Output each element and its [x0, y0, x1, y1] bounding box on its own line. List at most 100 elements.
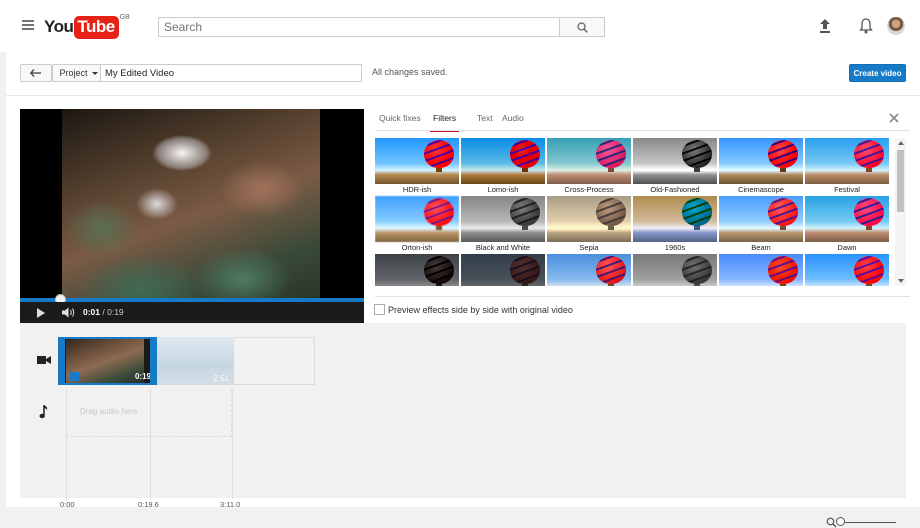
clip-trim-handle-left[interactable]: [58, 337, 65, 385]
music-note-icon: [39, 405, 48, 419]
video-frame[interactable]: [62, 109, 320, 299]
filter-thumbnail[interactable]: [805, 254, 889, 286]
editor-panel: Project All changes saved. Create video …: [6, 52, 920, 528]
filter-thumbnail[interactable]: [547, 196, 631, 242]
filter-thumbnail[interactable]: [805, 138, 889, 184]
hamburger-menu-icon[interactable]: [22, 20, 34, 30]
divider: [375, 130, 910, 131]
filter-option-hdr-ish[interactable]: HDR-ish: [375, 138, 459, 195]
upload-icon[interactable]: [818, 18, 832, 34]
filter-option-row-3-col-2[interactable]: [461, 254, 545, 286]
tab-text[interactable]: Text: [477, 112, 493, 132]
audio-drop-placeholder: Drag audio here: [80, 407, 138, 416]
logo-tube-text: Tube: [74, 15, 119, 39]
filter-thumbnail[interactable]: [375, 254, 459, 286]
filter-option-festival[interactable]: Festival: [805, 138, 889, 195]
filter-label: Dawn: [837, 243, 857, 252]
video-player[interactable]: 0:01 / 0:19: [20, 109, 364, 323]
ghost-clip-duration: 2:51: [213, 374, 229, 383]
tab-quick-fixes[interactable]: Quick fixes: [379, 112, 421, 132]
filter-label: Orton-ish: [401, 243, 433, 252]
create-video-button[interactable]: Create video: [849, 64, 906, 82]
search-icon: [576, 21, 588, 33]
filter-thumbnail[interactable]: [461, 138, 545, 184]
filter-thumbnail[interactable]: [719, 196, 803, 242]
filter-thumbnail[interactable]: [805, 196, 889, 242]
avatar[interactable]: [887, 17, 905, 35]
arrow-left-icon: [30, 69, 41, 77]
filter-option-old-fashioned[interactable]: Old-Fashioned: [633, 138, 717, 195]
filter-option-orton-ish[interactable]: Orton-ish: [375, 196, 459, 253]
filter-thumbnail[interactable]: [719, 254, 803, 286]
filter-option-sepia[interactable]: Sepia: [547, 196, 631, 253]
clip-duration: 0:19: [134, 372, 151, 381]
filter-thumbnail[interactable]: [633, 196, 717, 242]
filter-grid: HDR-ish Lomo-ish Cross-Process Old-Fashione…: [375, 138, 893, 286]
filter-option-row-3-col-1[interactable]: [375, 254, 459, 286]
filter-thumbnail[interactable]: [547, 254, 631, 286]
filter-label: HDR-ish: [402, 185, 432, 194]
clip-trim-handle-right[interactable]: [150, 337, 157, 385]
filter-option-dawn[interactable]: Dawn: [805, 196, 889, 253]
filter-thumbnail[interactable]: [375, 196, 459, 242]
filter-label: Beam: [751, 243, 771, 252]
save-status: All changes saved.: [372, 67, 448, 77]
filter-thumbnail[interactable]: [461, 196, 545, 242]
tab-audio[interactable]: Audio: [502, 112, 524, 132]
video-clip[interactable]: 0:19: [60, 337, 156, 385]
notification-bell-icon[interactable]: [859, 17, 873, 34]
masthead: You Tube GB: [0, 0, 920, 52]
scrollbar-thumb[interactable]: [897, 150, 904, 212]
filter-thumbnail[interactable]: [461, 254, 545, 286]
scroll-down-icon[interactable]: [898, 279, 904, 283]
tab-filters[interactable]: Filters: [429, 112, 460, 132]
timeline: 2:51 0:19 Drag audio here 0:00 0:19.6 3:…: [20, 323, 906, 528]
zoom-slider-handle[interactable]: [836, 517, 845, 526]
ruler-label: 0:00: [60, 500, 75, 509]
divider: [6, 95, 920, 96]
edit-icon[interactable]: [70, 372, 79, 381]
search-input[interactable]: [158, 17, 560, 37]
ruler-tick: [150, 389, 151, 499]
ruler-tick: [232, 389, 233, 499]
filter-label: Lomo-ish: [487, 185, 519, 194]
close-icon[interactable]: [888, 112, 900, 124]
filter-thumbnail[interactable]: [375, 138, 459, 184]
filter-thumbnail[interactable]: [633, 138, 717, 184]
divider: [375, 296, 910, 297]
filter-option-black-and-white[interactable]: Black and White: [461, 196, 545, 253]
search-button[interactable]: [559, 17, 605, 37]
filter-thumbnail[interactable]: [633, 254, 717, 286]
filter-label: Sepia: [579, 243, 599, 252]
video-camera-icon: [37, 356, 51, 364]
video-title-input[interactable]: [100, 64, 362, 82]
preview-side-by-side-label: Preview effects side by side with origin…: [388, 305, 573, 315]
filter-label: Cross-Process: [564, 185, 614, 194]
clip-ghost-preview: 2:51: [156, 337, 234, 385]
filter-option-1960s[interactable]: 1960s: [633, 196, 717, 253]
filter-option-cinemascope[interactable]: Cinemascope: [719, 138, 803, 195]
filter-option-row-3-col-3[interactable]: [547, 254, 631, 286]
filter-option-row-3-col-6[interactable]: [805, 254, 889, 286]
play-icon[interactable]: [36, 308, 46, 318]
preview-side-by-side-checkbox[interactable]: [374, 304, 385, 315]
filter-scrollbar[interactable]: [895, 138, 906, 286]
filter-option-row-3-col-5[interactable]: [719, 254, 803, 286]
zoom-slider[interactable]: [840, 522, 896, 523]
logo-you-text: You: [44, 17, 74, 36]
youtube-logo[interactable]: You Tube GB: [44, 14, 130, 39]
ruler-tick: [66, 389, 67, 499]
filter-option-beam[interactable]: Beam: [719, 196, 803, 253]
filter-option-row-3-col-4[interactable]: [633, 254, 717, 286]
back-button[interactable]: [20, 64, 52, 82]
chevron-down-icon: [91, 71, 98, 75]
project-dropdown[interactable]: Project: [52, 64, 105, 82]
filter-thumbnail[interactable]: [547, 138, 631, 184]
logo-region-code: GB: [119, 14, 130, 21]
scroll-up-icon[interactable]: [898, 141, 904, 145]
filter-option-lomo-ish[interactable]: Lomo-ish: [461, 138, 545, 195]
volume-icon[interactable]: [62, 307, 76, 318]
filter-thumbnail[interactable]: [719, 138, 803, 184]
filter-option-cross-process[interactable]: Cross-Process: [547, 138, 631, 195]
filter-label: Old-Fashioned: [650, 185, 700, 194]
